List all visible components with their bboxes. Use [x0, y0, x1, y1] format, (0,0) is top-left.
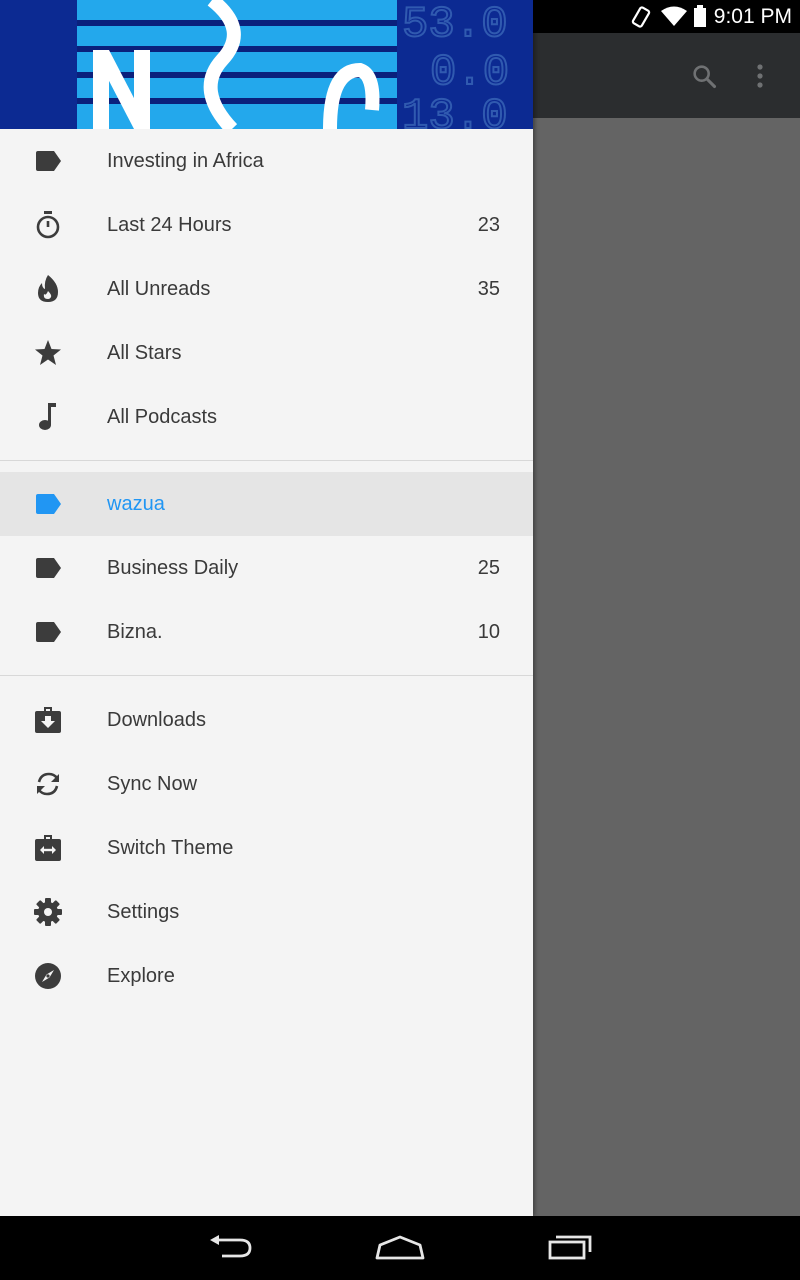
drawer-item-downloads[interactable]: Downloads: [0, 688, 533, 752]
unread-count: 35: [477, 278, 500, 300]
navigation-drawer: 53.0 0.0 13.0 Investing in Africa Last 2…: [0, 0, 533, 1216]
drawer-item-label: Last 24 Hours: [107, 214, 232, 236]
divider: [0, 675, 533, 676]
feeds-list: wazua Business Daily 25 Bizna. 10: [0, 472, 533, 664]
drawer-item-all-unreads[interactable]: All Unreads 35: [0, 257, 533, 321]
smart-feeds-list: Investing in Africa Last 24 Hours 23 All…: [0, 129, 533, 449]
back-icon[interactable]: [200, 1230, 260, 1266]
drawer-item-business-daily[interactable]: Business Daily 25: [0, 536, 533, 600]
drawer-item-last-24-hours[interactable]: Last 24 Hours 23: [0, 193, 533, 257]
drawer-item-all-stars[interactable]: All Stars: [0, 321, 533, 385]
label-icon: [32, 556, 64, 580]
drawer-item-switch-theme[interactable]: Switch Theme: [0, 816, 533, 880]
search-icon[interactable]: [686, 58, 722, 94]
drawer-item-label: Business Daily: [107, 557, 239, 579]
drawer-item-settings[interactable]: Settings: [0, 880, 533, 944]
drawer-item-investing-in-africa[interactable]: Investing in Africa: [0, 129, 533, 193]
drawer-item-bizna[interactable]: Bizna. 10: [0, 600, 533, 664]
drawer-header-image: 53.0 0.0 13.0: [0, 0, 533, 129]
star-icon: [32, 340, 64, 365]
recent-apps-icon[interactable]: [540, 1230, 600, 1266]
drawer-item-label: Explore: [107, 965, 175, 987]
gear-icon: [32, 898, 64, 926]
vibrate-icon: [630, 5, 652, 34]
overflow-menu-icon[interactable]: [742, 58, 778, 94]
switch-theme-icon: [32, 835, 64, 861]
download-icon: [32, 707, 64, 733]
drawer-item-label: Switch Theme: [107, 837, 234, 859]
drawer-item-label: wazua: [107, 493, 165, 515]
label-icon: [32, 149, 64, 173]
unread-count: 23: [477, 214, 500, 236]
drawer-item-label: Investing in Africa: [107, 150, 264, 172]
drawer-item-label: All Stars: [107, 342, 182, 364]
compass-icon: [32, 963, 64, 989]
drawer-item-label: Bizna.: [107, 621, 163, 643]
status-time: 9:01 PM: [713, 5, 792, 28]
ticker-line-2: 0.0: [430, 48, 509, 98]
timer-icon: [32, 211, 64, 239]
home-icon[interactable]: [370, 1230, 430, 1266]
system-navigation-bar: [0, 1216, 800, 1280]
drawer-item-label: All Podcasts: [107, 406, 218, 428]
drawer-item-wazua[interactable]: wazua: [0, 472, 533, 536]
drawer-item-label: All Unreads: [107, 278, 211, 300]
drawer-item-label: Settings: [107, 901, 180, 923]
drawer-item-label: Sync Now: [107, 773, 198, 795]
fire-icon: [32, 275, 64, 302]
unread-count: 25: [477, 557, 500, 579]
drawer-item-label: Downloads: [107, 709, 206, 731]
label-icon: [32, 620, 64, 644]
label-icon: [32, 492, 64, 516]
drawer-item-all-podcasts[interactable]: All Podcasts: [0, 385, 533, 449]
sync-icon: [32, 772, 64, 796]
ticker-line-3: 13.0: [402, 92, 508, 129]
battery-icon: [693, 5, 707, 32]
actions-list: Downloads Sync Now Switch Theme Settings…: [0, 688, 533, 1008]
music-note-icon: [32, 403, 64, 430]
divider: [0, 460, 533, 461]
drawer-item-explore[interactable]: Explore: [0, 944, 533, 1008]
ticker-line-1: 53.0: [402, 0, 508, 50]
wifi-icon: [660, 5, 688, 32]
unread-count: 10: [477, 621, 500, 643]
drawer-item-sync-now[interactable]: Sync Now: [0, 752, 533, 816]
